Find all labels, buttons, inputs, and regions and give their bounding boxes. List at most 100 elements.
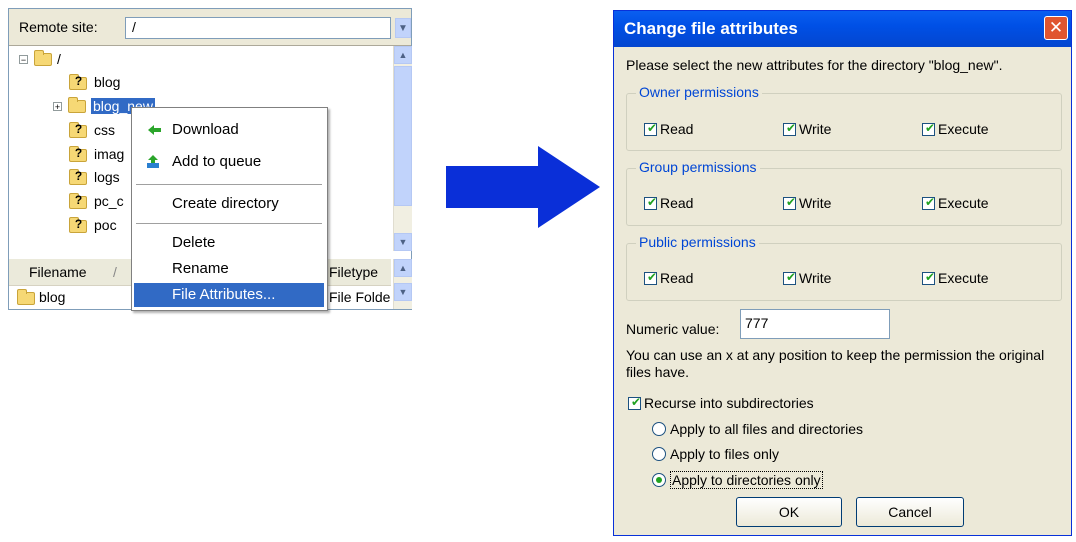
tree-scrollbar[interactable]: ▲ ▼ [393,46,412,251]
unknown-folder-icon: ? [69,121,91,139]
radio-selected-dot [656,477,662,483]
radio-label: Apply to directories only [670,471,823,489]
apply-directories-radio[interactable]: Apply to directories only [652,471,823,489]
menu-item-create-directory[interactable]: Create directory [134,192,324,216]
numeric-value-text: 777 [745,315,769,331]
group-write-checkbox[interactable]: ✔ Write [783,195,831,211]
file-name: blog [39,289,66,305]
public-execute-checkbox[interactable]: ✔ Execute [922,270,989,286]
scroll-thumb[interactable] [394,66,412,206]
owner-write-checkbox[interactable]: ✔ Write [783,121,831,137]
radio-circle[interactable] [652,447,666,461]
close-icon: ✕ [1048,18,1064,37]
public-write-checkbox[interactable]: ✔ Write [783,270,831,286]
tree-item-root[interactable]: − / [19,48,61,70]
checkmark-icon: ✔ [631,394,642,409]
checkmark-icon: ✔ [647,269,658,284]
sort-indicator: / [113,264,117,280]
unknown-folder-icon: ? [69,216,91,234]
scroll-up-icon[interactable]: ▲ [394,259,412,277]
checkmark-icon: ✔ [786,269,797,284]
checkmark-icon: ✔ [786,194,797,209]
expand-icon[interactable]: + [53,101,62,111]
tree-item-logs[interactable]: ? logs [69,166,120,188]
checkbox-box[interactable]: ✔ [783,121,796,136]
checkbox-box[interactable]: ✔ [644,120,658,136]
remote-site-input[interactable]: / [125,17,391,39]
recurse-checkbox[interactable]: ✔ Recurse into subdirectories [628,395,814,411]
file-type: File Folde [329,289,391,305]
file-list-scrollbar[interactable]: ▲ ▼ [393,259,412,309]
checkbox-box[interactable]: ✔ [644,269,658,285]
tree-item-css[interactable]: ? css [69,119,115,141]
group-read-checkbox[interactable]: ✔ Read [644,195,693,211]
owner-execute-checkbox[interactable]: ✔ Execute [922,121,989,137]
menu-separator [136,223,322,224]
remote-site-value: / [132,19,136,35]
menu-separator [136,184,322,185]
radio-label: Apply to files only [670,446,779,462]
tree-item-images[interactable]: ? imag [69,143,124,165]
menu-item-rename[interactable]: Rename [134,257,324,281]
group-execute-checkbox[interactable]: ✔ Execute [922,195,989,211]
dialog-description: Please select the new attributes for the… [626,57,1003,73]
menu-item-download[interactable]: Download [134,118,324,142]
tree-item-pc[interactable]: ? pc_c [69,190,124,212]
checkbox-box[interactable]: ✔ [922,195,935,210]
checkbox-label: Execute [938,121,989,137]
group-title: Group permissions [636,159,760,175]
apply-files-radio[interactable]: Apply to files only [652,446,779,462]
numeric-value-input[interactable]: 777 [740,309,890,339]
group-permissions-group: Group permissions ✔ Read ✔ Write ✔ Execu… [626,159,1062,226]
folder-icon [68,96,86,113]
unknown-folder-icon: ? [69,192,91,210]
tree-item-label: imag [94,146,125,162]
dialog-title-bar[interactable]: Change file attributes ✕ [614,11,1071,47]
checkbox-box[interactable]: ✔ [783,194,797,210]
apply-all-radio[interactable]: Apply to all files and directories [652,421,863,437]
checkbox-box[interactable]: ✔ [922,269,936,285]
scroll-down-icon[interactable]: ▼ [394,283,412,301]
checkbox-label: Read [660,121,694,137]
tree-item-blog[interactable]: ? blog [69,71,120,93]
tree-item-label: css [94,122,115,138]
unknown-folder-icon: ? [69,73,91,91]
checkbox-label: Read [660,270,694,286]
cancel-button[interactable]: Cancel [856,497,964,527]
checkbox-box[interactable]: ✔ [783,269,797,285]
tree-item-label: blog [94,74,121,90]
checkbox-label: Execute [938,270,989,286]
checkmark-icon: ✔ [647,120,658,135]
ok-button[interactable]: OK [736,497,842,527]
radio-circle[interactable] [652,473,666,487]
remote-site-dropdown-button[interactable]: ▼ [395,18,411,38]
owner-permissions-group: Owner permissions ✔ Read ✔ Write ✔ Execu… [626,84,1062,151]
folder-icon [17,289,35,305]
hint-text: You can use an x at any position to keep… [626,347,1045,380]
collapse-icon[interactable]: − [19,54,28,64]
column-filename[interactable]: Filename [29,264,87,280]
checkbox-box[interactable]: ✔ [922,121,935,136]
menu-item-delete[interactable]: Delete [134,231,324,255]
close-button[interactable]: ✕ [1044,16,1068,40]
tree-item-poc[interactable]: ? poc [69,214,117,236]
tree-item-label: logs [94,169,120,185]
scroll-up-icon[interactable]: ▲ [394,46,412,64]
add-to-queue-icon [147,155,159,168]
download-arrow-icon [148,125,161,135]
scroll-down-icon[interactable]: ▼ [394,233,412,251]
column-filetype[interactable]: Filetype [329,264,378,280]
checkbox-label: Write [799,270,832,286]
checkbox-box[interactable]: ✔ [628,394,642,410]
radio-label: Apply to all files and directories [670,421,863,437]
folder-icon [34,49,52,66]
group-title: Public permissions [636,234,759,250]
right-arrow-icon [446,146,600,228]
menu-item-add-to-queue[interactable]: Add to queue [134,150,324,174]
public-read-checkbox[interactable]: ✔ Read [644,270,693,286]
radio-circle[interactable] [652,422,666,436]
menu-item-file-attributes[interactable]: File Attributes... [134,283,324,307]
checkbox-box[interactable]: ✔ [644,195,657,210]
checkmark-icon: ✔ [925,269,936,284]
owner-read-checkbox[interactable]: ✔ Read [644,121,693,137]
